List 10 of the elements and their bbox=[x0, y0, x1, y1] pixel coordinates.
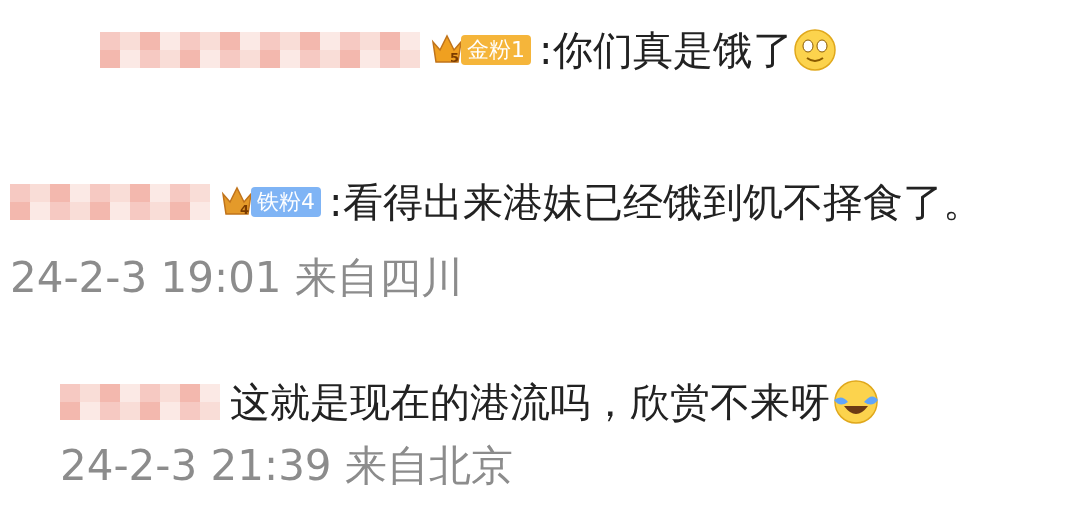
level-number: 5 bbox=[450, 49, 460, 68]
fan-badge: 铁粉4 bbox=[251, 187, 322, 217]
comment-text: :看得出来港妹已经饿到饥不择食了。 bbox=[329, 178, 983, 227]
smiley-emoji-icon bbox=[792, 28, 837, 72]
comment-time: 24-2-3 21:39 来自北京 bbox=[60, 442, 513, 490]
comment-text: :你们真是饿了 bbox=[539, 26, 793, 75]
fan-badge: 金粉1 bbox=[461, 35, 532, 65]
comment-time: 24-2-3 19:01 来自四川 bbox=[10, 254, 463, 302]
comment-text: 这就是现在的港流吗，欣赏不来呀 bbox=[230, 378, 830, 427]
level-number: 4 bbox=[240, 201, 250, 220]
